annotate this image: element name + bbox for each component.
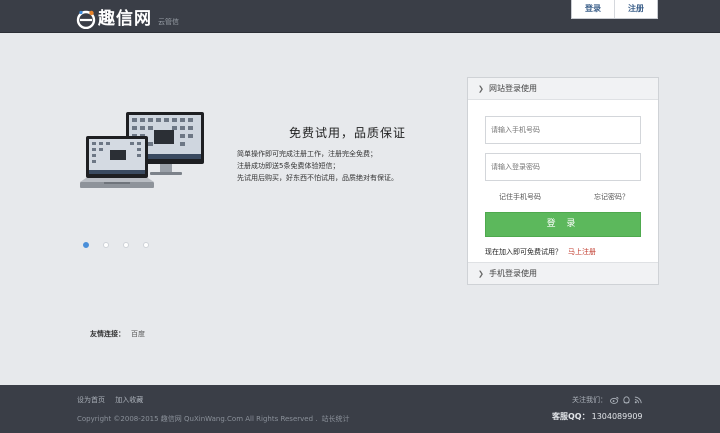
slider-dot[interactable] — [143, 242, 149, 248]
footer-links: 设为首页 加入收藏 — [77, 395, 151, 405]
top-header: 趣信网 云管信 登录 注册 — [0, 0, 720, 33]
logo-e-icon — [76, 9, 96, 30]
site-logo[interactable]: 趣信网 云管信 — [76, 5, 179, 30]
mobile-login-label: 手机登录使用 — [489, 269, 537, 278]
copyright: Copyright ©2008-2015 趣信网 QuXinWang.Com A… — [77, 414, 349, 424]
hero-title: 免费试用，品质保证 — [289, 126, 407, 140]
follow-us: 关注我们： — [572, 395, 643, 405]
site-stats-link[interactable]: 站长统计 — [321, 415, 349, 423]
rss-icon[interactable] — [634, 396, 643, 404]
slider-dot[interactable] — [103, 242, 109, 248]
hero-line: 简单操作即可完成注册工作，注册完全免费； — [237, 150, 377, 158]
chevron-down-icon: ❯ — [478, 269, 484, 278]
web-login-label: 网站登录使用 — [489, 84, 537, 93]
chevron-right-icon: ❯ — [478, 84, 484, 93]
header-register-button[interactable]: 注册 — [615, 0, 657, 18]
page-footer: 设为首页 加入收藏 Copyright ©2008-2015 趣信网 QuXin… — [0, 385, 720, 433]
slider-dots — [83, 242, 149, 248]
follow-label: 关注我们： — [572, 396, 607, 404]
slider-dot[interactable] — [123, 242, 129, 248]
qq-icon[interactable] — [622, 396, 631, 404]
login-options: 记住手机号码 忘记密码？ — [499, 192, 629, 202]
logo-subtitle: 云管信 — [158, 18, 179, 26]
mobile-login-tab[interactable]: ❯ 手机登录使用 — [468, 262, 658, 284]
hero-description: 简单操作即可完成注册工作，注册完全免费； 注册成功即送5条免费体验短信； 先试用… — [237, 148, 447, 184]
logo-text: 趣信网 — [98, 9, 152, 29]
register-prompt-row: 现在加入即可免费试用？ 马上注册 — [485, 247, 596, 257]
hero-line: 先试用后购买，好东西不怕试用，品质绝对有保证。 — [237, 174, 398, 182]
phone-input[interactable] — [485, 116, 641, 144]
auth-buttons: 登录 注册 — [571, 0, 658, 19]
forgot-password-link[interactable]: 忘记密码？ — [594, 192, 629, 202]
login-panel: ❯ 网站登录使用 记住手机号码 忘记密码？ 登 录 现在加入即可免费试用？ 马上注… — [467, 77, 659, 285]
add-favorite-link[interactable]: 加入收藏 — [115, 396, 143, 404]
header-login-button[interactable]: 登录 — [572, 0, 615, 18]
copyright-text: Copyright ©2008-2015 趣信网 QuXinWang.Com A… — [77, 415, 318, 423]
friend-link-baidu[interactable]: 百度 — [131, 330, 145, 338]
qq-label: 客服QQ： — [552, 412, 590, 421]
weibo-icon[interactable] — [610, 396, 619, 404]
login-button[interactable]: 登 录 — [485, 212, 641, 237]
slider-dot[interactable] — [83, 242, 89, 248]
register-now-link[interactable]: 马上注册 — [568, 248, 596, 256]
register-prompt: 现在加入即可免费试用？ — [485, 248, 562, 256]
qq-number: 1304089909 — [591, 412, 643, 421]
friend-links-label: 友情连接： — [90, 330, 125, 338]
service-qq: 客服QQ： 1304089909 — [552, 411, 643, 422]
friend-links: 友情连接： 百度 — [90, 329, 145, 339]
set-homepage-link[interactable]: 设为首页 — [77, 396, 105, 404]
password-input[interactable] — [485, 153, 641, 181]
hero-line: 注册成功即送5条免费体验短信； — [237, 162, 340, 170]
remember-phone-link[interactable]: 记住手机号码 — [499, 192, 541, 202]
computers-illustration — [80, 108, 208, 196]
web-login-tab[interactable]: ❯ 网站登录使用 — [468, 78, 658, 100]
